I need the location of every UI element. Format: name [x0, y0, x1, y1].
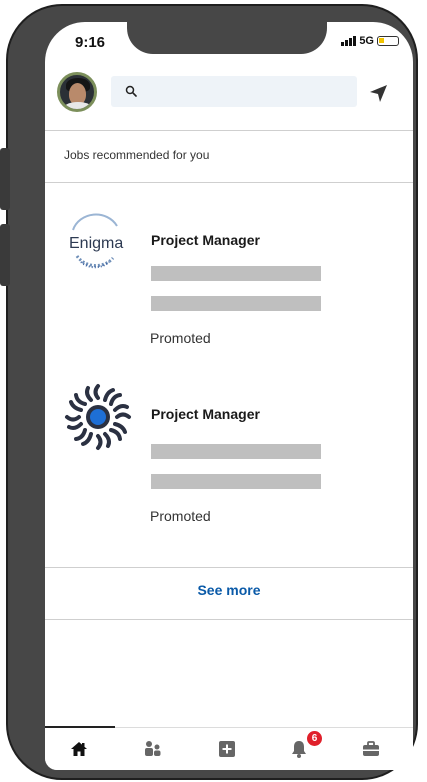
phone-frame: 9:16 5G Jobs recommended for you Enigma …: [0, 4, 418, 780]
search-icon: [125, 85, 137, 97]
volume-button: [0, 224, 10, 286]
home-icon[interactable]: [69, 739, 89, 759]
battery-icon: [377, 36, 399, 46]
see-more-link[interactable]: See more: [45, 582, 413, 598]
status-time: 9:16: [75, 34, 106, 51]
divider: [45, 130, 413, 131]
enigma-logo-icon: Enigma: [69, 213, 123, 269]
promoted-label: Promoted: [150, 508, 211, 524]
phone-screen: 9:16 5G Jobs recommended for you Enigma …: [45, 22, 413, 770]
top-bar: [45, 72, 413, 112]
job-title[interactable]: Project Manager: [151, 406, 260, 422]
job-title[interactable]: Project Manager: [151, 232, 260, 248]
my-network-icon[interactable]: [143, 739, 163, 759]
mute-switch: [0, 148, 10, 210]
placeholder-line: [151, 444, 321, 459]
promoted-label: Promoted: [150, 330, 211, 346]
sun-logo-icon: [65, 384, 131, 450]
divider: [45, 182, 413, 183]
company-logo: Enigma: [59, 212, 135, 272]
status-indicators: 5G: [341, 35, 399, 47]
company-logo-text: Enigma: [69, 235, 123, 252]
notch: [127, 22, 327, 54]
placeholder-line: [151, 266, 321, 281]
bottom-nav: 6: [45, 726, 413, 770]
jobs-icon[interactable]: [361, 739, 381, 759]
post-icon[interactable]: [217, 739, 237, 759]
divider: [45, 567, 413, 568]
placeholder-line: [151, 474, 321, 489]
avatar[interactable]: [57, 72, 97, 112]
notification-badge: 6: [307, 731, 322, 746]
send-message-icon[interactable]: [367, 82, 389, 104]
placeholder-line: [151, 296, 321, 311]
section-title: Jobs recommended for you: [64, 148, 210, 162]
company-logo: [63, 382, 133, 452]
divider: [45, 619, 413, 620]
active-tab-indicator: [45, 726, 115, 728]
network-label: 5G: [359, 35, 374, 47]
signal-icon: [341, 36, 357, 46]
search-input[interactable]: [111, 76, 357, 107]
notifications-icon[interactable]: [289, 739, 309, 759]
